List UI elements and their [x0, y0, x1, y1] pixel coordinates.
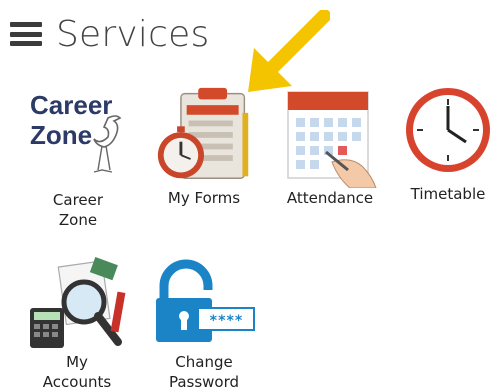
svg-text:****: **** — [209, 313, 243, 329]
service-label: Career Zone — [52, 191, 104, 229]
service-tile-my-forms[interactable]: My Forms — [150, 84, 258, 214]
svg-text:Zone: Zone — [30, 120, 92, 150]
service-label: My Accounts — [42, 353, 112, 391]
page-title: Services — [56, 13, 210, 55]
service-label: Attendance — [286, 189, 374, 207]
service-tile-career-zone[interactable]: Career Zone Career Zone — [22, 88, 134, 238]
hamburger-menu-icon[interactable] — [8, 18, 44, 50]
service-tile-attendance[interactable]: Attendance — [280, 88, 380, 218]
service-label: Timetable — [410, 185, 486, 203]
career-zone-logo-icon: Career Zone — [30, 90, 122, 173]
svg-text:Career: Career — [30, 90, 112, 120]
attendance-calendar-icon — [287, 91, 377, 188]
service-tile-my-accounts[interactable]: My Accounts — [22, 252, 132, 392]
clock-icon — [406, 88, 490, 172]
service-label: Change Password — [168, 353, 240, 391]
accounts-magnifier-icon — [30, 257, 126, 348]
lock-icon: **** — [156, 259, 255, 342]
forms-clipboard-icon — [157, 87, 249, 179]
service-tile-timetable[interactable]: Timetable — [400, 84, 496, 214]
service-tile-change-password[interactable]: **** Change Password — [152, 256, 256, 392]
page-header: Services — [8, 12, 209, 56]
service-label: My Forms — [167, 189, 241, 207]
